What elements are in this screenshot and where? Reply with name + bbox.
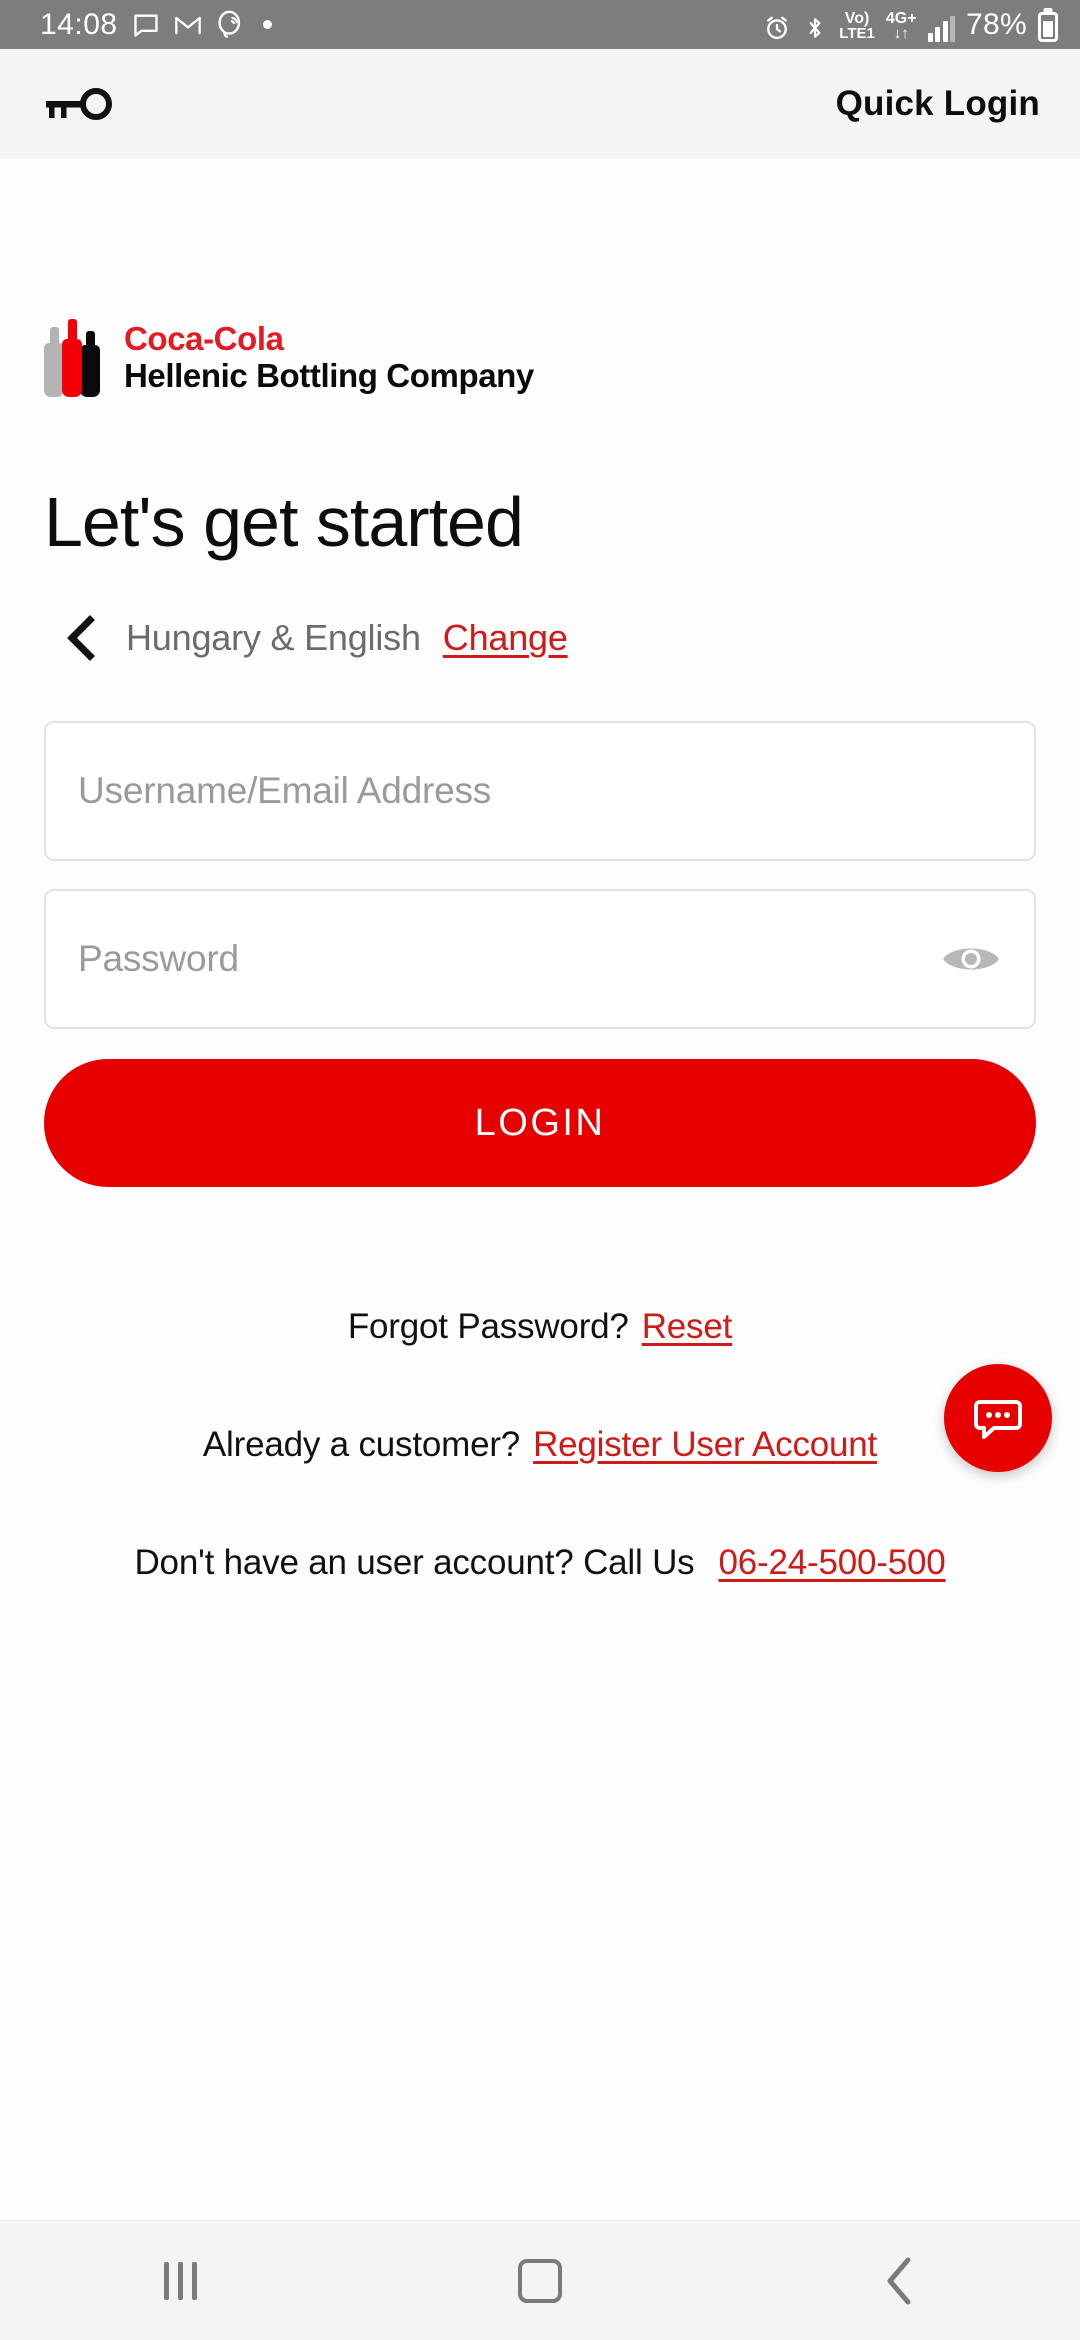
login-content: Coca-Cola Hellenic Bottling Company Let'…	[0, 159, 1080, 2220]
reset-password-link[interactable]: Reset	[642, 1307, 733, 1347]
recents-icon[interactable]	[120, 2221, 240, 2340]
viber-icon	[216, 10, 245, 39]
status-bar: 14:08 Vo) LTE1 4G+ ↓↑ 78%	[0, 0, 1080, 49]
message-icon	[132, 11, 160, 39]
system-nav-bar	[0, 2220, 1080, 2340]
username-input[interactable]: Username/Email Address	[44, 721, 1036, 861]
bottle-gray	[44, 327, 64, 397]
back-icon[interactable]	[840, 2221, 960, 2340]
app-bar: Quick Login	[0, 49, 1080, 159]
footer-links: Forgot Password? Reset Already a custome…	[44, 1307, 1036, 1583]
forgot-password-row: Forgot Password? Reset	[44, 1307, 1036, 1347]
bottle-red	[62, 319, 82, 397]
locale-selector: Hungary & English Change	[44, 615, 1036, 661]
page-title: Let's get started	[44, 483, 524, 561]
gmail-icon	[174, 11, 202, 39]
home-icon[interactable]	[480, 2221, 600, 2340]
password-placeholder: Password	[78, 938, 239, 979]
brand-line-1: Coca-Cola	[124, 320, 284, 358]
brand-wordmark: Coca-Cola Hellenic Bottling Company	[124, 320, 534, 395]
status-bar-left: 14:08	[40, 8, 272, 42]
battery-label: 78%	[966, 7, 1027, 41]
network-type-icon: 4G+ ↓↑	[885, 10, 917, 42]
register-user-account-link[interactable]: Register User Account	[533, 1425, 877, 1465]
chat-support-button[interactable]	[944, 1364, 1052, 1472]
change-locale-link[interactable]: Change	[443, 617, 568, 659]
password-input[interactable]: Password	[44, 889, 1036, 1029]
forgot-password-label: Forgot Password?	[347, 1307, 629, 1346]
chevron-left-icon[interactable]	[58, 615, 104, 661]
quick-login-button[interactable]: Quick Login	[836, 84, 1040, 124]
status-bar-right: Vo) LTE1 4G+ ↓↑ 78%	[763, 8, 1058, 42]
key-icon[interactable]	[40, 82, 112, 126]
phone-number-link[interactable]: 06-24-500-500	[718, 1543, 945, 1583]
eye-icon[interactable]	[938, 935, 1004, 983]
battery-icon	[1038, 11, 1058, 42]
call-us-label: Don't have an user account? Call Us	[134, 1543, 695, 1582]
already-customer-label: Already a customer?	[202, 1425, 521, 1464]
coca-cola-bottles-icon	[44, 319, 100, 397]
login-button[interactable]: LOGIN	[44, 1059, 1036, 1187]
signal-icon	[927, 15, 956, 42]
status-time: 14:08	[40, 7, 118, 41]
brand-line-2: Hellenic Bottling Company	[124, 357, 534, 394]
alarm-icon	[763, 14, 791, 42]
bottle-black	[80, 331, 100, 397]
volte-icon: Vo) LTE1	[839, 10, 875, 42]
username-placeholder: Username/Email Address	[78, 770, 492, 811]
dot-indicator-icon	[262, 20, 272, 29]
chat-bubble-icon	[970, 1390, 1026, 1446]
brand-logo: Coca-Cola Hellenic Bottling Company	[44, 159, 1036, 397]
bluetooth-icon	[802, 14, 828, 42]
register-row: Already a customer? Register User Accoun…	[44, 1425, 1036, 1465]
call-us-row: Don't have an user account? Call Us 06-2…	[44, 1543, 1036, 1583]
locale-label: Hungary & English	[126, 617, 421, 658]
